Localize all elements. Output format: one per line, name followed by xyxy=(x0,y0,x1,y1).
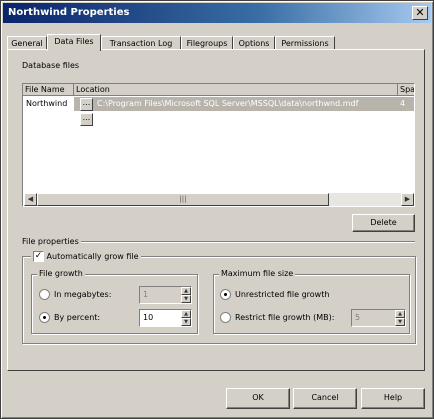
window-title: Northwind Properties xyxy=(8,7,130,18)
max-size-legend: Maximum file size xyxy=(219,269,296,278)
tab-general[interactable]: General xyxy=(7,36,47,50)
file-growth-legend: File growth xyxy=(37,269,85,278)
cancel-button[interactable]: Cancel xyxy=(293,388,357,409)
table-row-location[interactable]: C:\Program Files\Microsoft SQL Server\MS… xyxy=(97,99,397,108)
megabytes-value: 1 xyxy=(143,290,149,299)
properties-dialog: Northwind Properties ✕ General Data File… xyxy=(0,0,434,419)
spin-down-icon[interactable]: ▼ xyxy=(181,295,191,303)
restrict-stepper[interactable]: 5 ▲ ▼ xyxy=(351,309,406,327)
database-files-grid[interactable]: File Name Location Spa Northwind ... C:\… xyxy=(22,83,415,207)
horizontal-scrollbar[interactable]: ◀ ||| ▶ xyxy=(24,193,414,206)
title-bar[interactable]: Northwind Properties ✕ xyxy=(3,3,431,23)
tab-transaction-log[interactable]: Transaction Log xyxy=(101,36,181,50)
column-header-location[interactable]: Location xyxy=(74,84,398,96)
auto-grow-label[interactable]: Automatically grow file xyxy=(47,252,139,261)
megabytes-label[interactable]: In megabytes: xyxy=(54,290,111,299)
percent-label[interactable]: By percent: xyxy=(54,313,100,322)
tab-data-files[interactable]: Data Files xyxy=(47,34,101,51)
scroll-thumb[interactable]: ||| xyxy=(37,193,329,206)
browse-location-button-new[interactable]: ... xyxy=(80,113,93,126)
scroll-right-icon[interactable]: ▶ xyxy=(401,193,414,206)
database-files-label: Database files xyxy=(22,61,80,70)
table-row-file-name[interactable]: Northwind xyxy=(26,99,74,108)
column-header-file-name[interactable]: File Name xyxy=(23,84,74,96)
restrict-label[interactable]: Restrict file growth (MB): xyxy=(235,313,334,322)
unrestricted-label[interactable]: Unrestricted file growth xyxy=(235,290,329,299)
scroll-left-icon[interactable]: ◀ xyxy=(24,193,37,206)
megabytes-stepper[interactable]: 1 ▲ ▼ xyxy=(139,286,192,304)
help-button[interactable]: Help xyxy=(361,388,425,409)
close-icon[interactable]: ✕ xyxy=(412,6,428,20)
spin-up-icon[interactable]: ▲ xyxy=(181,287,191,295)
restrict-radio[interactable] xyxy=(220,312,231,323)
spin-up-icon[interactable]: ▲ xyxy=(395,310,405,318)
spin-down-icon[interactable]: ▼ xyxy=(181,318,191,326)
megabytes-radio[interactable] xyxy=(39,289,50,300)
spin-down-icon[interactable]: ▼ xyxy=(395,318,405,326)
tab-filegroups[interactable]: Filegroups xyxy=(181,36,233,50)
unrestricted-radio[interactable] xyxy=(220,289,231,300)
delete-button[interactable]: Delete xyxy=(352,214,415,232)
tab-permissions[interactable]: Permissions xyxy=(275,36,335,50)
auto-grow-legend: ✓ Automatically grow file xyxy=(31,251,141,263)
browse-location-button[interactable]: ... xyxy=(80,98,93,111)
percent-radio[interactable] xyxy=(39,312,50,323)
file-properties-divider xyxy=(81,241,415,243)
column-header-space[interactable]: Spa xyxy=(398,84,414,96)
percent-stepper[interactable]: 10 ▲ ▼ xyxy=(139,309,192,327)
restrict-value: 5 xyxy=(355,313,361,322)
percent-value: 10 xyxy=(143,313,154,322)
auto-grow-checkbox[interactable]: ✓ xyxy=(33,251,44,262)
file-properties-label: File properties xyxy=(22,237,79,246)
tab-options[interactable]: Options xyxy=(233,36,275,50)
ok-button[interactable]: OK xyxy=(226,388,290,409)
spin-up-icon[interactable]: ▲ xyxy=(181,310,191,318)
table-row-space[interactable]: 4 xyxy=(400,99,414,108)
